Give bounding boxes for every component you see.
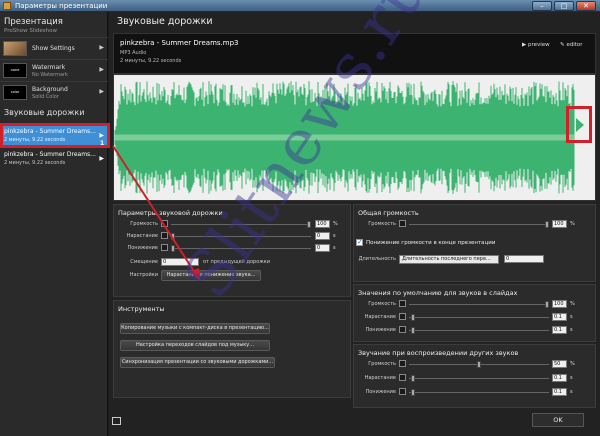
annotation-arrow bbox=[112, 118, 584, 281]
